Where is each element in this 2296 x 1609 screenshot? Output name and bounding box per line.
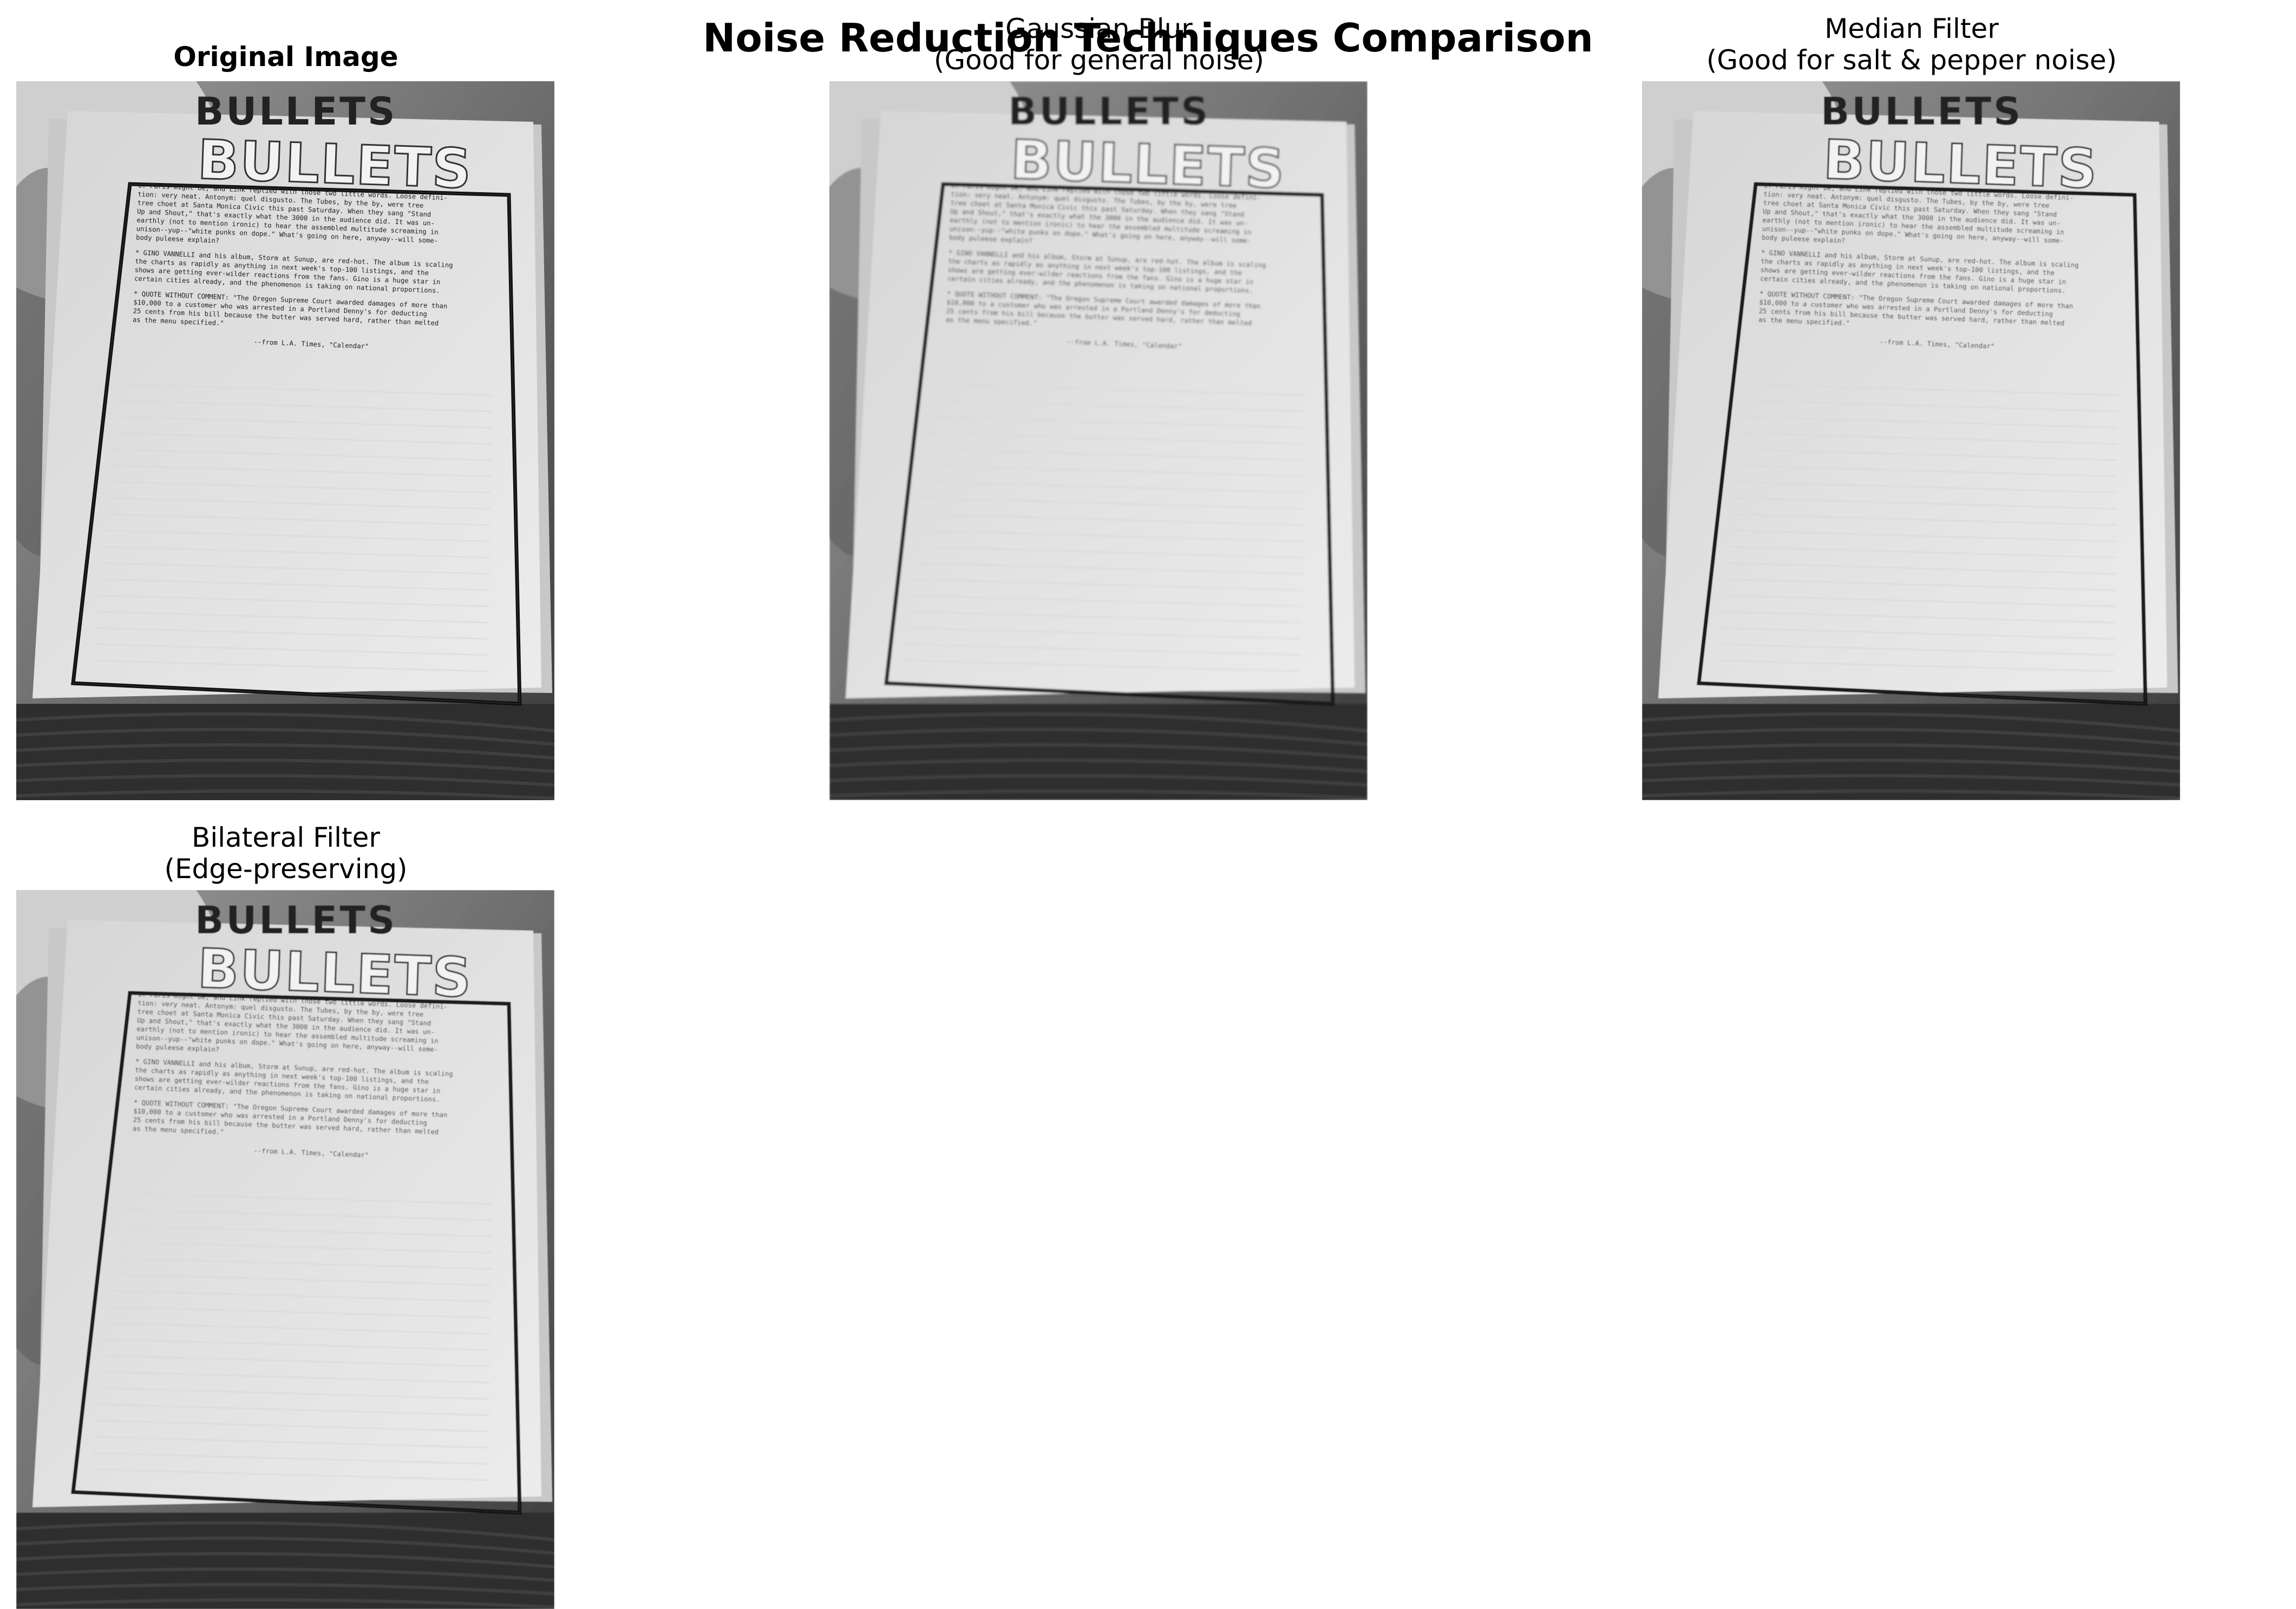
panel-image-gaussian: BULLETS BULLETS of Paris might be, and Lin… — [829, 81, 1368, 800]
document-photo: BULLETSBULLETSof Paris might be, and Lin… — [16, 890, 554, 1609]
panel-image-original: BULLETS BULLETS of Paris might be, and Lin… — [16, 81, 554, 800]
panel-title-bilateral: Bilateral Filter (Edge-preserving) — [164, 822, 408, 885]
back-sheet-heading: BULLETS — [1008, 89, 1210, 134]
figure-title: Noise Reduction Techniques Comparison — [703, 15, 1593, 61]
back-sheet-heading: BULLETS — [1821, 89, 2023, 134]
document-photo: BULLETSBULLETSof Paris might be, and Lin… — [1642, 81, 2180, 800]
document-photo: BULLETSBULLETSof Paris might be, and Lin… — [16, 81, 554, 800]
panel-image-median: BULLETS BULLETS of Paris might be, and Lin… — [1642, 81, 2180, 800]
back-sheet-heading: BULLETS — [195, 898, 397, 943]
document-photo: BULLETSBULLETSof Paris might be, and Lin… — [829, 81, 1368, 800]
panel-image-bilateral: BULLETS BULLETS of Paris might be, and Lin… — [16, 890, 554, 1609]
back-sheet-heading: BULLETS — [195, 89, 397, 134]
